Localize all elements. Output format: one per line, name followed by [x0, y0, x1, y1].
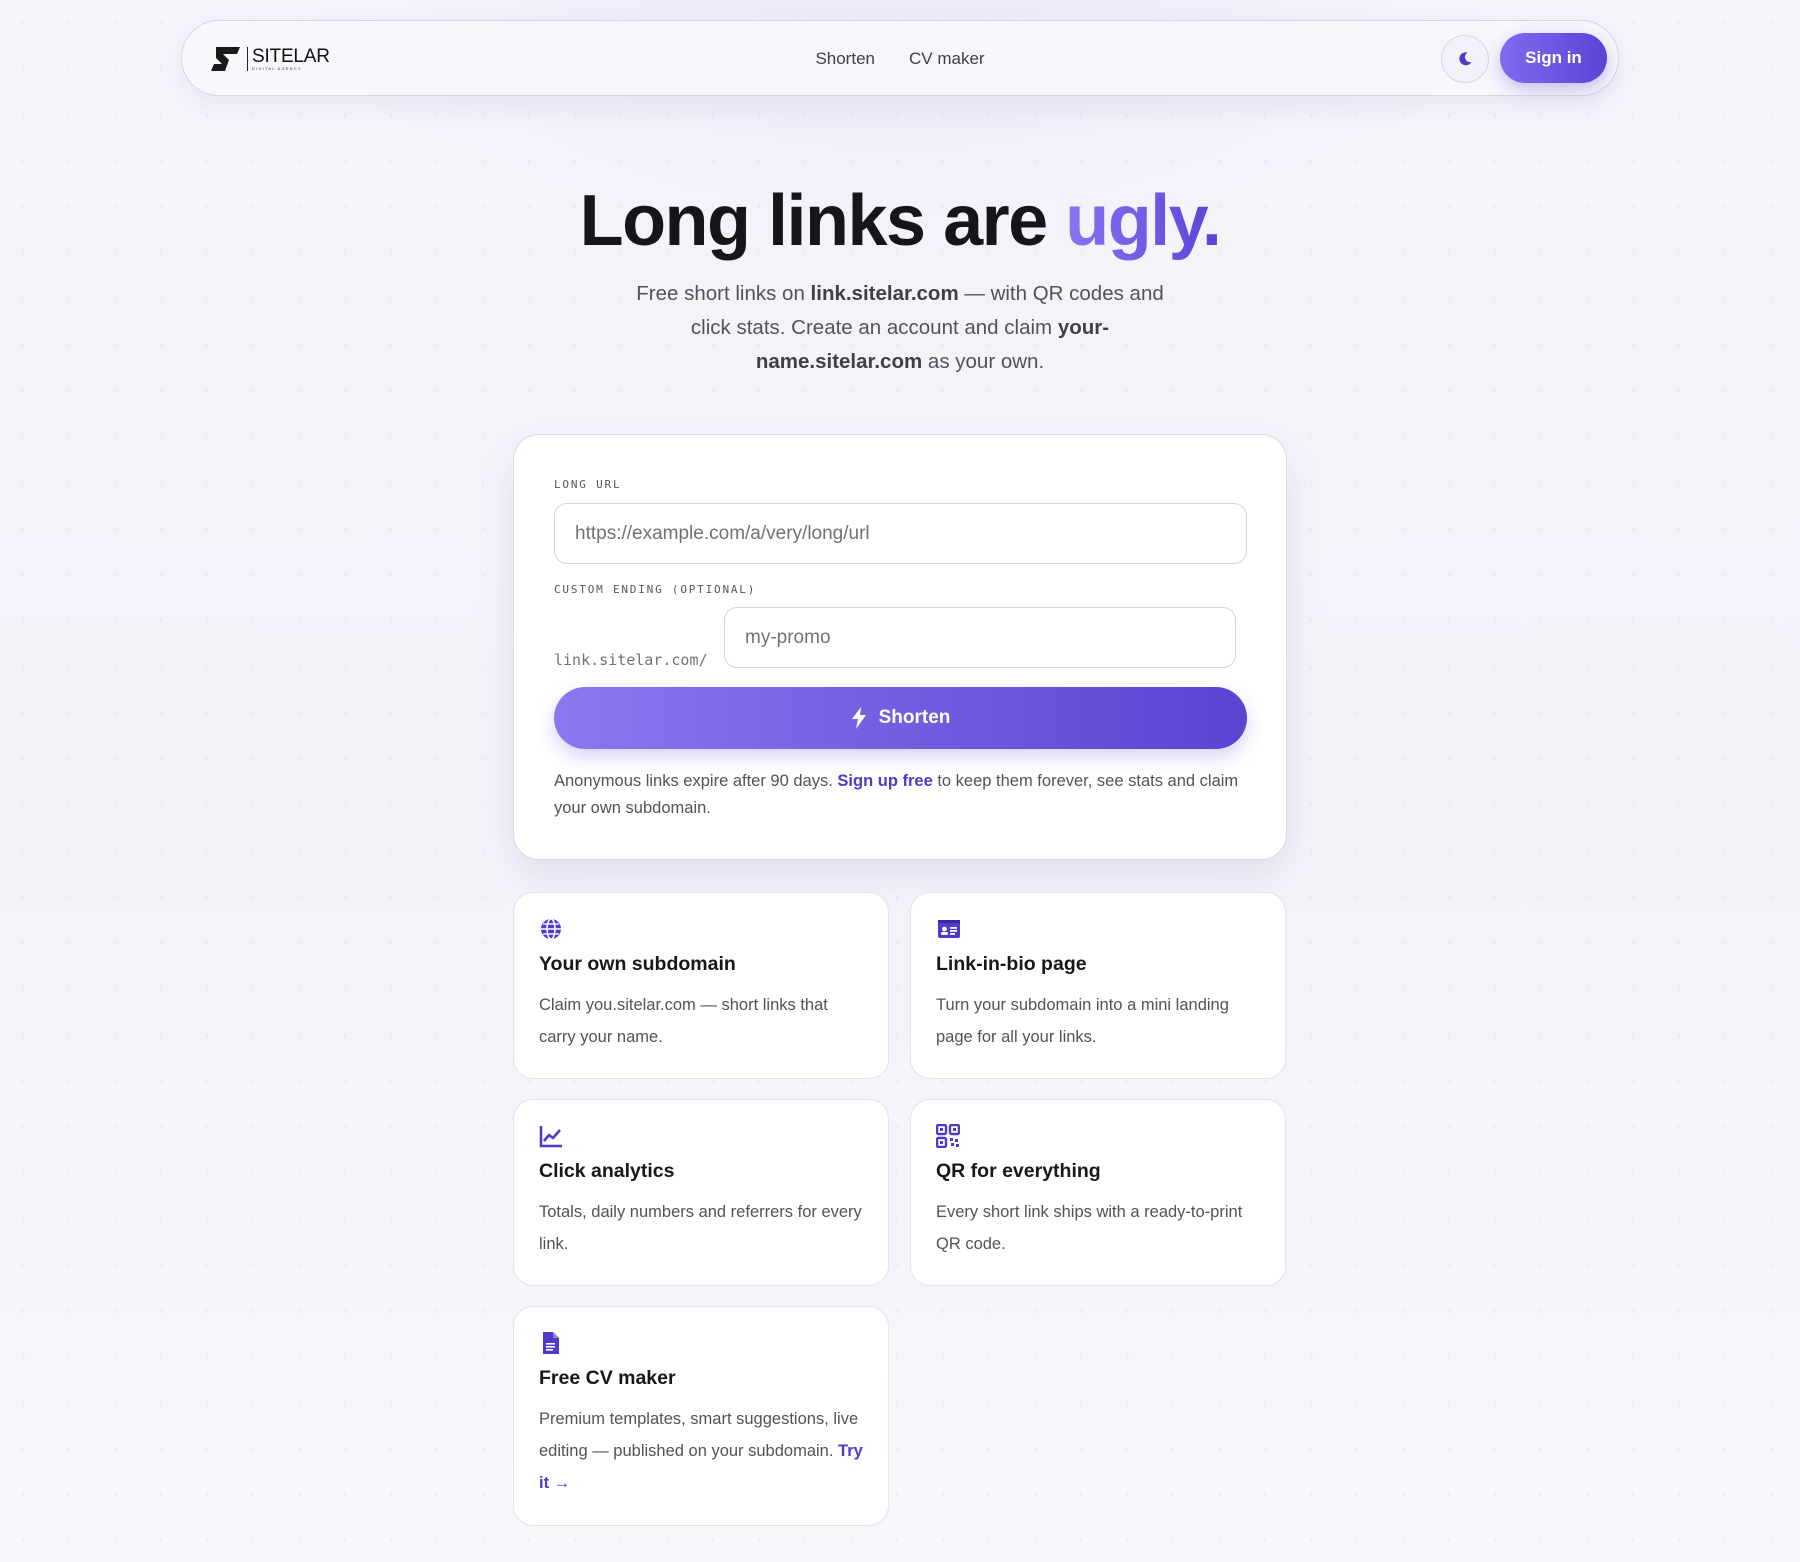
moon-icon: [1459, 52, 1472, 66]
feature-title: QR for everything: [936, 1160, 1101, 1182]
feature-description: Every short link ships with a ready-to-p…: [936, 1203, 1243, 1253]
nav-link-cv-maker[interactable]: CV maker: [909, 49, 985, 69]
document-icon: [543, 1332, 559, 1354]
logo-text: SITELAR: [252, 45, 330, 67]
globe-icon: [541, 918, 561, 940]
hero-sub-text: as your own.: [922, 350, 1045, 373]
long-url-label: LONG URL: [554, 478, 622, 491]
logo-s-icon: [211, 47, 240, 71]
feature-description: Claim you.sitelar.com — short links that…: [539, 996, 828, 1046]
custom-ending-input[interactable]: my-promo: [724, 607, 1236, 668]
theme-toggle-button[interactable]: [1441, 35, 1489, 83]
feature-card-analytics: Click analytics Totals, daily numbers an…: [513, 1099, 889, 1286]
hero-subtitle: Free short links on link.sitelar.com — w…: [620, 277, 1180, 379]
domain-prefix: link.sitelar.com/: [554, 650, 708, 669]
feature-card-subdomain: Your own subdomain Claim you.sitelar.com…: [513, 892, 889, 1079]
feature-title: Free CV maker: [539, 1367, 676, 1389]
anonymous-note: Anonymous links expire after 90 days. Si…: [554, 768, 1254, 822]
custom-ending-label: CUSTOM ENDING (OPTIONAL): [554, 583, 757, 596]
hero-sub-domain: link.sitelar.com: [810, 282, 959, 305]
shorten-button-label: Shorten: [878, 707, 951, 728]
id-card-icon: [938, 920, 960, 938]
feature-description: Premium templates, smart suggestions, li…: [539, 1403, 869, 1499]
sitelar-logo[interactable]: SITELAR Digital Agency: [210, 45, 330, 73]
logo-subtext: Digital Agency: [252, 65, 302, 71]
lightning-icon: [851, 707, 866, 729]
long-url-input[interactable]: https://example.com/a/very/long/url: [554, 503, 1247, 564]
shorten-button[interactable]: Shorten: [554, 687, 1247, 749]
hero-sub-text: Free short links on: [636, 282, 811, 305]
feature-card-link-in-bio: Link-in-bio page Turn your subdomain int…: [910, 892, 1286, 1079]
hero-title-main: Long links are: [579, 181, 1066, 261]
feature-description: Totals, daily numbers and referrers for …: [539, 1203, 862, 1253]
nav-link-shorten[interactable]: Shorten: [815, 49, 875, 69]
qr-code-icon: [936, 1124, 960, 1148]
feature-title: Click analytics: [539, 1160, 675, 1182]
shorten-form-card: LONG URL https://example.com/a/very/long…: [513, 434, 1287, 860]
hero-title-accent: ugly.: [1065, 181, 1222, 261]
sign-up-free-link[interactable]: Sign up free: [837, 772, 932, 790]
feature-title: Your own subdomain: [539, 953, 736, 975]
sign-in-button[interactable]: Sign in: [1500, 33, 1607, 83]
feature-description: Turn your subdomain into a mini landing …: [936, 996, 1229, 1046]
feature-description-text: Premium templates, smart suggestions, li…: [539, 1410, 859, 1460]
chart-line-icon: [539, 1126, 562, 1148]
feature-card-qr: QR for everything Every short link ships…: [910, 1099, 1286, 1286]
hero-title: Long links are ugly.: [0, 180, 1800, 262]
note-text: Anonymous links expire after 90 days.: [554, 772, 838, 790]
top-navbar: SITELAR Digital Agency Shorten CV maker …: [181, 20, 1619, 96]
feature-card-cv-maker: Free CV maker Premium templates, smart s…: [513, 1306, 889, 1526]
feature-title: Link-in-bio page: [936, 953, 1087, 975]
